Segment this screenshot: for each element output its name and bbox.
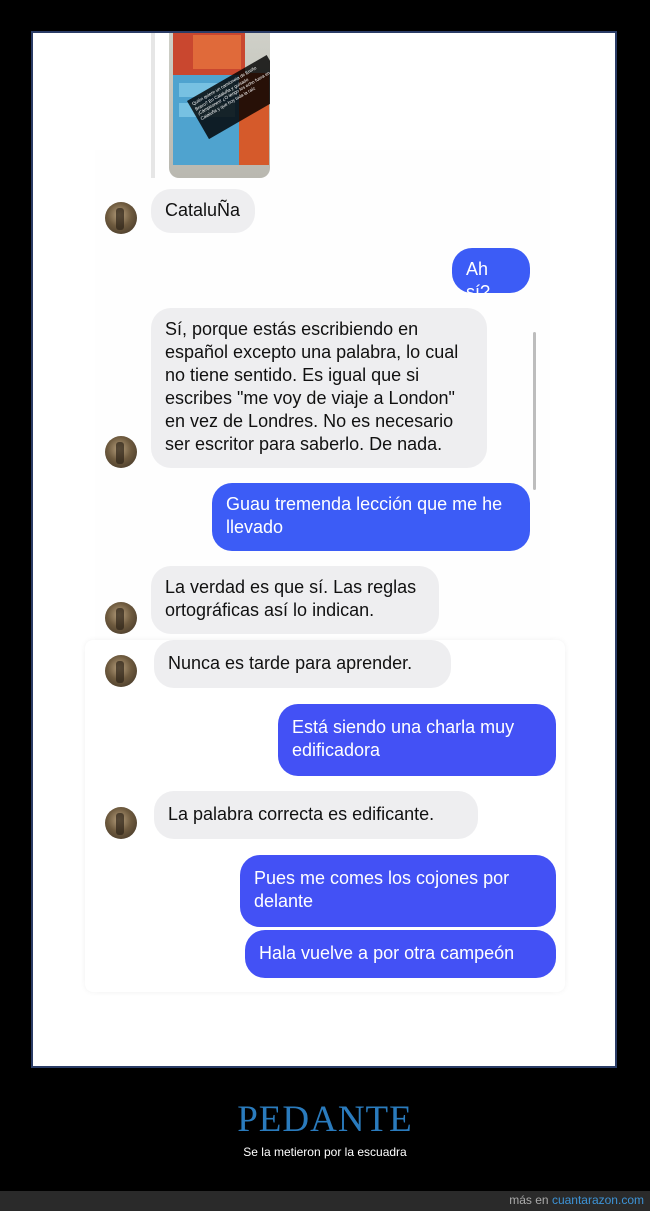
story-reply-line <box>151 33 155 178</box>
avatar[interactable] <box>105 436 137 468</box>
message-incoming: La verdad es que sí. Las reglas ortográf… <box>151 566 439 634</box>
footer: más en cuantarazon.com <box>509 1193 644 1207</box>
site-link[interactable]: cuantarazon.com <box>552 1193 644 1207</box>
footer-prefix: más en <box>509 1193 549 1207</box>
story-thumbnail[interactable]: Quién quiere un camioneta de Ereño Bravo… <box>169 33 270 178</box>
avatar[interactable] <box>105 807 137 839</box>
message-outgoing: Pues me comes los cojones por delante <box>240 855 556 927</box>
avatar[interactable] <box>105 202 137 234</box>
avatar[interactable] <box>105 602 137 634</box>
message-incoming: CataluÑa <box>151 189 255 233</box>
story-box-orange <box>193 35 241 69</box>
post-subtitle: Se la metieron por la escuadra <box>243 1145 407 1159</box>
message-incoming: Nunca es tarde para aprender. <box>154 640 451 688</box>
message-outgoing: Guau tremenda lección que me he llevado <box>212 483 530 551</box>
post-title: PEDANTE <box>237 1099 413 1140</box>
scrollbar[interactable] <box>533 332 536 490</box>
message-incoming: Sí, porque estás escribiendo en español … <box>151 308 487 468</box>
avatar[interactable] <box>105 655 137 687</box>
message-outgoing: Hala vuelve a por otra campeón <box>245 930 556 978</box>
message-outgoing: Ah sí? <box>452 248 530 302</box>
message-incoming: La palabra correcta es edificante. <box>154 791 478 839</box>
message-outgoing: Está siendo una charla muy edificadora <box>278 704 556 776</box>
